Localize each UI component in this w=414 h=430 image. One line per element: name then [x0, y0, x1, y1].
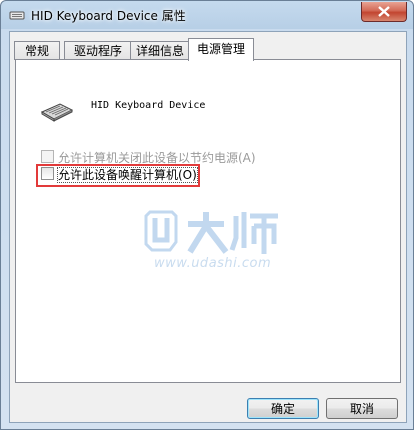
- window-title: HID Keyboard Device 属性: [31, 9, 186, 23]
- cancel-button[interactable]: 取消: [326, 398, 398, 419]
- tab-details[interactable]: 详细信息: [130, 41, 190, 60]
- properties-dialog: HID Keyboard Device 属性 常规 驱动程序 详细信息 电源管理…: [0, 0, 414, 430]
- device-name: HID Keyboard Device: [91, 100, 206, 111]
- ok-button[interactable]: 确定: [247, 398, 319, 419]
- keyboard-app-icon: [9, 11, 25, 20]
- tab-driver[interactable]: 驱动程序: [64, 41, 132, 60]
- dialog-body: 常规 驱动程序 详细信息 电源管理 HID Keyboard Device 允许…: [9, 31, 407, 423]
- close-button[interactable]: [361, 2, 407, 22]
- keyboard-icon: [40, 103, 74, 122]
- tab-general[interactable]: 常规: [14, 41, 60, 60]
- close-icon: [378, 6, 390, 17]
- power-management-panel: HID Keyboard Device 允许计算机关闭此设备以节约电源(A) 允…: [15, 59, 401, 383]
- title-bar[interactable]: HID Keyboard Device 属性: [1, 1, 413, 31]
- watermark-url: www.udashi.com: [154, 256, 272, 271]
- highlight-box: [36, 164, 200, 187]
- allow-power-off-checkbox: [41, 150, 54, 163]
- tab-strip: 常规 驱动程序 详细信息 电源管理: [10, 38, 406, 61]
- tab-power-management[interactable]: 电源管理: [188, 38, 254, 61]
- allow-power-off-label: 允许计算机关闭此设备以节约电源(A): [58, 151, 256, 165]
- watermark-logo: [144, 210, 278, 254]
